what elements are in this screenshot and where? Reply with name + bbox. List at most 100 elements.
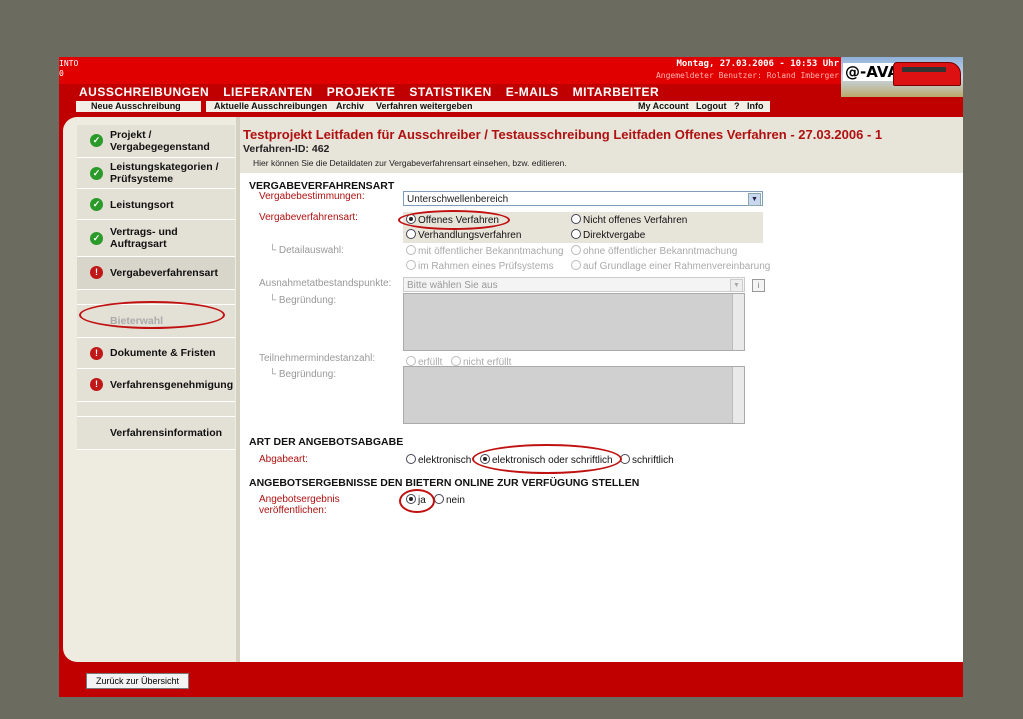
sidebar-item-label: Dokumente & Fristen	[110, 347, 216, 359]
subnav-archive[interactable]: Archiv	[336, 101, 364, 112]
label-text: Begründung:	[278, 369, 337, 380]
radio-ohne-bekanntmachung[interactable]: ohne öffentlicher Bekanntmachung	[571, 245, 737, 257]
nav-lieferanten[interactable]: LIEFERANTEN	[223, 85, 313, 99]
radio-nein[interactable]: nein	[434, 494, 465, 506]
radio-offenes-verfahren[interactable]: Offenes Verfahren	[406, 214, 499, 226]
label-line: veröffentlichen:	[259, 505, 327, 516]
radio-dot	[480, 454, 490, 464]
exclamation-icon: !	[90, 266, 103, 279]
radio-label: ja	[418, 495, 426, 506]
radio-verhandlungsverfahren[interactable]: Verhandlungsverfahren	[406, 229, 521, 241]
radio-label: schriftlich	[632, 455, 674, 466]
sub-nav: Neue Ausschreibung Aktuelle Ausschreibun…	[76, 101, 770, 112]
chevron-down-icon: ▼	[730, 279, 743, 292]
radio-dot	[406, 356, 416, 366]
sidebar-item-label: Bieterwahl	[110, 315, 164, 327]
subnav-logout[interactable]: Logout	[696, 101, 727, 112]
subnav-account[interactable]: My Account	[638, 101, 689, 112]
main-panel: ✓ Projekt / Vergabegegenstand ✓ Leistung…	[63, 117, 963, 662]
label-vergabeverfahrensart: Vergabeverfahrensart:	[259, 212, 358, 223]
radio-label: elektronisch	[418, 455, 472, 466]
label-line: Angebotsergebnis	[259, 494, 340, 505]
content-area: Testprojekt Leitfaden für Ausschreiber /…	[240, 117, 963, 662]
label-text: Begründung:	[278, 295, 337, 306]
label-begruendung-2: └ Begründung:	[269, 369, 337, 380]
radio-dot	[571, 260, 581, 270]
nav-projekte[interactable]: PROJEKTE	[327, 85, 396, 99]
back-to-overview-button[interactable]: Zurück zur Übersicht	[86, 673, 189, 689]
main-nav: AUSSCHREIBUNGEN LIEFERANTEN PROJEKTE STA…	[79, 85, 659, 99]
radio-rahmenvereinbarung[interactable]: auf Grundlage einer Rahmenvereinbarung	[571, 260, 770, 272]
sidebar-item-projekt[interactable]: ✓ Projekt / Vergabegegenstand	[77, 125, 235, 158]
label-begruendung: └ Begründung:	[269, 295, 337, 306]
sidebar-item-dokumente[interactable]: ! Dokumente & Fristen	[77, 338, 235, 369]
radio-schriftlich[interactable]: schriftlich	[620, 454, 674, 466]
radio-label: Verhandlungsverfahren	[418, 230, 522, 241]
subnav-new[interactable]: Neue Ausschreibung	[91, 101, 181, 112]
radio-elektronisch-oder-schriftlich[interactable]: elektronisch oder schriftlich	[480, 454, 613, 466]
radio-label: Offenes Verfahren	[418, 215, 499, 226]
radio-dot	[406, 494, 416, 504]
sidebar-item-label: Leistungskategorien / Prüfsysteme	[110, 161, 219, 185]
nav-emails[interactable]: E-MAILS	[506, 85, 559, 99]
radio-dot	[406, 454, 416, 464]
nav-statistiken[interactable]: STATISTIKEN	[409, 85, 491, 99]
begruendung-textarea-2[interactable]	[403, 366, 745, 424]
logo: @-AVA	[841, 57, 963, 97]
corner-text: INTO 0	[59, 59, 79, 78]
select-placeholder: Bitte wählen Sie aus	[407, 280, 498, 291]
scrollbar[interactable]	[732, 294, 744, 350]
sidebar-item-vertragsart[interactable]: ✓ Vertrags- und Auftragsart	[77, 220, 235, 257]
radio-nicht-offenes-verfahren[interactable]: Nicht offenes Verfahren	[571, 214, 687, 226]
subnav-current[interactable]: Aktuelle Ausschreibungen	[214, 101, 327, 112]
check-icon: ✓	[90, 167, 103, 180]
sidebar-item-verfahrensinformation[interactable]: Verfahrensinformation	[77, 417, 235, 450]
datetime: Montag, 27.03.2006 - 10:53 Uhr	[676, 59, 839, 69]
vergabebestimmungen-select[interactable]: Unterschwellenbereich ▼	[403, 191, 763, 206]
radio-ja[interactable]: ja	[406, 494, 426, 506]
sidebar-item-leistungsort[interactable]: ✓ Leistungsort	[77, 189, 235, 220]
radio-pruefsystem[interactable]: im Rahmen eines Prüfsystems	[406, 260, 554, 272]
exclamation-icon: !	[90, 347, 103, 360]
sidebar-spacer	[77, 402, 235, 417]
chevron-down-icon: ▼	[748, 193, 761, 206]
subnav-info[interactable]: Info	[747, 101, 764, 112]
radio-dot	[451, 356, 461, 366]
radio-label: mit öffentlicher Bekanntmachung	[418, 246, 564, 257]
radio-dot	[406, 214, 416, 224]
logged-in-user: Angemeldeter Benutzer: Roland Imberger	[655, 71, 839, 80]
radio-mit-bekanntmachung[interactable]: mit öffentlicher Bekanntmachung	[406, 245, 563, 257]
check-icon: ✓	[90, 232, 103, 245]
label-vergabebestimmungen: Vergabebestimmungen:	[259, 191, 365, 202]
begruendung-textarea[interactable]	[403, 293, 745, 351]
top-strip: INTO 0 Montag, 27.03.2006 - 10:53 Uhr Ang…	[59, 57, 841, 84]
scrollbar[interactable]	[732, 367, 744, 423]
section-heading-angebotsabgabe: ART DER ANGEBOTSABGABE	[249, 436, 404, 448]
radio-label: im Rahmen eines Prüfsystems	[418, 261, 554, 272]
sidebar-item-leistungskategorien[interactable]: ✓ Leistungskategorien / Prüfsysteme	[77, 158, 235, 189]
radio-elektronisch[interactable]: elektronisch	[406, 454, 471, 466]
nav-ausschreibungen[interactable]: AUSSCHREIBUNGEN	[79, 85, 209, 99]
sidebar-item-label: Vertrags- und Auftragsart	[110, 226, 178, 250]
content-header: Testprojekt Leitfaden für Ausschreiber /…	[240, 117, 963, 173]
check-icon: ✓	[90, 198, 103, 211]
radio-dot	[571, 245, 581, 255]
subnav-forward[interactable]: Verfahren weitergeben	[376, 101, 473, 112]
label-ausnahmetatbestandspunkte: Ausnahmetatbestandspunkte:	[259, 278, 392, 289]
radio-dot	[620, 454, 630, 464]
hint-text: Hier können Sie die Detaildaten zur Verg…	[253, 158, 567, 168]
sidebar-item-vergabeverfahrensart[interactable]: ! Vergabeverfahrensart	[77, 257, 235, 290]
ausnahme-select[interactable]: Bitte wählen Sie aus ▼	[403, 277, 745, 292]
section-heading-angebotsergebnisse: ANGEBOTSERGEBNISSE DEN BIETERN ONLINE ZU…	[249, 477, 640, 489]
sidebar-item-verfahrensgenehmigung[interactable]: ! Verfahrensgenehmigung	[77, 369, 235, 402]
label-detailauswahl: └ Detailauswahl:	[269, 245, 344, 256]
radio-label: auf Grundlage einer Rahmenvereinbarung	[583, 261, 771, 272]
radio-direktvergabe[interactable]: Direktvergabe	[571, 229, 645, 241]
radio-label: Nicht offenes Verfahren	[583, 215, 688, 226]
app-frame: INTO 0 Montag, 27.03.2006 - 10:53 Uhr Ang…	[59, 57, 963, 697]
nav-mitarbeiter[interactable]: MITARBEITER	[573, 85, 660, 99]
sidebar-item-bieterwahl[interactable]: Bieterwahl	[77, 305, 235, 338]
sidebar-item-label: Verfahrensinformation	[110, 427, 223, 439]
info-icon[interactable]: i	[752, 279, 765, 292]
subnav-help[interactable]: ?	[734, 101, 740, 112]
